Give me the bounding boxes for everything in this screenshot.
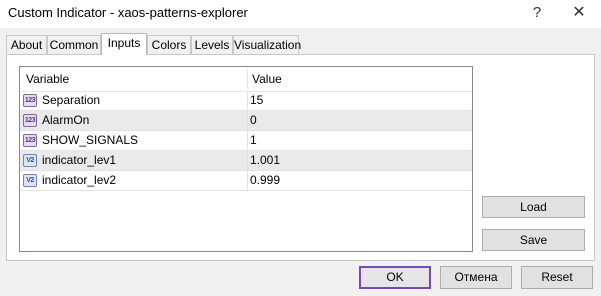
tab-about[interactable]: About (6, 35, 47, 54)
inputs-grid: Variable Value 123 Separation 15 123 Ala… (19, 66, 473, 252)
value-cell[interactable]: 0 (247, 111, 472, 130)
value-cell[interactable]: 0.999 (247, 171, 472, 190)
tab-colors[interactable]: Colors (147, 35, 191, 54)
tab-visualization[interactable]: Visualization (233, 35, 301, 54)
variable-name: AlarmOn (42, 113, 90, 127)
table-row[interactable]: V2 indicator_lev1 1.001 (20, 151, 472, 171)
value-cell[interactable]: 1.001 (247, 151, 472, 170)
ok-button[interactable]: OK (359, 266, 431, 289)
integer-type-icon: 123 (23, 114, 37, 127)
column-header-value[interactable]: Value (248, 67, 472, 91)
double-type-icon: V2 (23, 154, 37, 167)
variable-name: indicator_lev2 (42, 173, 117, 187)
variable-cell: 123 SHOW_SIGNALS (20, 131, 246, 150)
value-cell[interactable]: 15 (247, 91, 472, 110)
integer-type-icon: 123 (23, 134, 37, 147)
help-button[interactable]: ? (522, 0, 552, 28)
save-button[interactable]: Save (482, 229, 585, 251)
table-row[interactable]: 123 AlarmOn 0 (20, 111, 472, 131)
value-cell[interactable]: 1 (247, 131, 472, 150)
variable-name: SHOW_SIGNALS (42, 133, 139, 147)
title-bar: Custom Indicator - xaos-patterns-explore… (0, 0, 601, 28)
grid-header: Variable Value (20, 67, 472, 92)
close-button[interactable]: ✕ (563, 0, 595, 28)
variable-cell: V2 indicator_lev2 (20, 171, 246, 190)
cancel-button[interactable]: Отмена (440, 266, 512, 289)
reset-button[interactable]: Reset (521, 266, 593, 289)
integer-type-icon: 123 (23, 94, 37, 107)
tab-inputs[interactable]: Inputs (101, 33, 147, 55)
variable-name: indicator_lev1 (42, 153, 117, 167)
variable-cell: 123 Separation (20, 91, 246, 110)
table-row[interactable]: V2 indicator_lev2 0.999 (20, 171, 472, 191)
tab-common[interactable]: Common (47, 35, 101, 54)
window-title: Custom Indicator - xaos-patterns-explore… (8, 5, 248, 20)
variable-cell: 123 AlarmOn (20, 111, 246, 130)
tab-levels[interactable]: Levels (191, 35, 233, 54)
double-type-icon: V2 (23, 174, 37, 187)
variable-name: Separation (42, 93, 101, 107)
variable-cell: V2 indicator_lev1 (20, 151, 246, 170)
inputs-panel: Variable Value 123 Separation 15 123 Ala… (6, 54, 595, 261)
table-row[interactable]: 123 SHOW_SIGNALS 1 (20, 131, 472, 151)
column-header-variable[interactable]: Variable (22, 67, 246, 91)
load-button[interactable]: Load (482, 196, 585, 218)
table-row[interactable]: 123 Separation 15 (20, 91, 472, 111)
